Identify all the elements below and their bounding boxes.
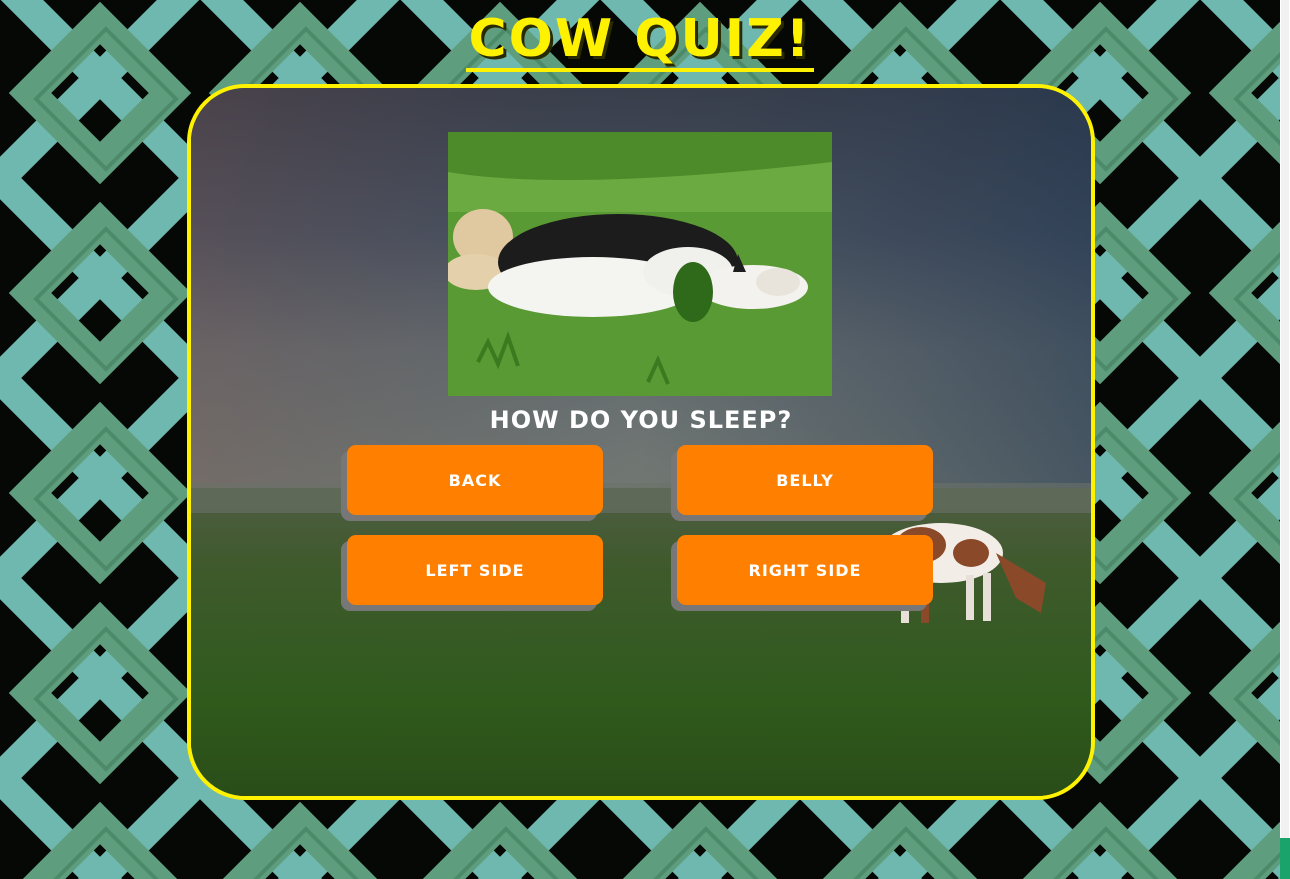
answer-button-right-side[interactable]: Right side	[677, 535, 933, 605]
scrollbar-thumb[interactable]	[1281, 0, 1289, 838]
answer-button-belly[interactable]: Belly	[677, 445, 933, 515]
answer-button-left-side[interactable]: Left side	[347, 535, 603, 605]
header: COW QUIZ!	[0, 10, 1280, 72]
page-title: COW QUIZ!	[466, 10, 814, 72]
corner-badge	[1280, 838, 1290, 879]
question-text: How do you sleep?	[489, 406, 793, 434]
quiz-card: How do you sleep? Back Belly Left side R…	[187, 84, 1095, 800]
scrollbar[interactable]	[1280, 0, 1290, 879]
answer-button-back[interactable]: Back	[347, 445, 603, 515]
question-image	[448, 132, 832, 396]
